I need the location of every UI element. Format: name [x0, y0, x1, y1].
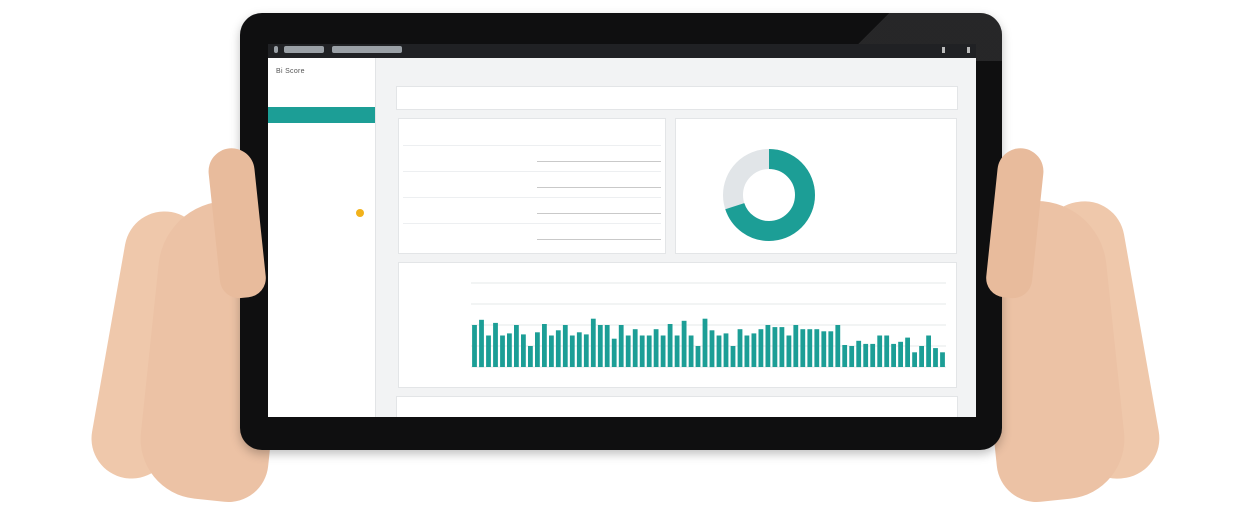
bar[interactable] [898, 341, 903, 367]
sidebar-item[interactable] [268, 215, 375, 231]
sidebar-item-active[interactable] [268, 107, 375, 123]
bar[interactable] [507, 333, 512, 367]
bar[interactable] [807, 329, 813, 367]
row-sparkline [537, 161, 661, 162]
bar[interactable] [751, 333, 757, 367]
filter-bar[interactable] [396, 86, 958, 110]
bar[interactable] [870, 343, 876, 367]
donut-chart-card [675, 118, 957, 254]
bar[interactable] [479, 319, 484, 368]
bar[interactable] [653, 329, 659, 367]
bar[interactable] [800, 329, 806, 367]
bar[interactable] [716, 335, 722, 368]
window-controls-icon[interactable] [942, 47, 970, 53]
bar[interactable] [514, 325, 519, 367]
bar[interactable] [702, 318, 708, 367]
bar[interactable] [730, 346, 736, 367]
bar[interactable] [646, 335, 652, 368]
bar[interactable] [737, 329, 743, 367]
bar[interactable] [744, 335, 750, 368]
sidebar-item[interactable] [268, 161, 375, 177]
bar[interactable] [877, 335, 883, 368]
bar[interactable] [926, 335, 931, 368]
bar-chart[interactable] [399, 263, 956, 387]
bar[interactable] [814, 329, 820, 367]
bar[interactable] [849, 346, 855, 367]
bar[interactable] [493, 322, 498, 367]
bar[interactable] [542, 324, 547, 367]
bar[interactable] [786, 335, 792, 368]
bar[interactable] [604, 325, 610, 367]
bar[interactable] [632, 329, 638, 367]
bar[interactable] [674, 335, 680, 368]
sidebar-item[interactable] [268, 125, 375, 141]
bottom-panel [396, 396, 958, 417]
bar[interactable] [821, 331, 827, 367]
bar[interactable] [639, 335, 645, 368]
bar[interactable] [590, 318, 596, 367]
row-sparkline [537, 213, 661, 214]
table-row[interactable] [403, 223, 661, 248]
bar[interactable] [618, 325, 624, 367]
notification-dot[interactable] [356, 209, 364, 217]
sidebar-item[interactable] [268, 143, 375, 159]
bar[interactable] [688, 335, 694, 368]
bar[interactable] [521, 334, 526, 367]
bar[interactable] [912, 352, 917, 367]
bar[interactable] [723, 333, 729, 367]
bar[interactable] [835, 325, 841, 367]
donut-chart[interactable] [721, 147, 817, 243]
window-title [284, 46, 324, 53]
metrics-table-card [398, 118, 666, 254]
bar[interactable] [709, 330, 715, 368]
sidebar-item[interactable] [268, 179, 375, 195]
bar[interactable] [562, 325, 568, 367]
table-row[interactable] [403, 145, 661, 170]
bar-chart-card [398, 262, 957, 388]
bar[interactable] [933, 348, 938, 367]
tablet-screen: Bi Score [268, 44, 976, 417]
window-titlebar [268, 44, 976, 58]
bar[interactable] [597, 325, 603, 367]
bar[interactable] [576, 332, 582, 367]
bar[interactable] [842, 345, 848, 367]
bar[interactable] [569, 335, 575, 368]
bar[interactable] [583, 334, 589, 367]
bar[interactable] [772, 327, 778, 367]
app-title: Bi Score [276, 68, 305, 75]
bar[interactable] [660, 335, 666, 368]
bar[interactable] [695, 346, 701, 367]
bar[interactable] [486, 335, 491, 368]
window-icon [274, 46, 278, 53]
window-menu[interactable] [332, 46, 402, 53]
sidebar: Bi Score [268, 58, 376, 417]
bar[interactable] [856, 340, 862, 368]
row-sparkline [537, 239, 661, 240]
bar[interactable] [500, 335, 505, 368]
bar[interactable] [779, 327, 785, 367]
bar[interactable] [828, 331, 834, 367]
table-row[interactable] [403, 171, 661, 196]
bar[interactable] [535, 332, 540, 367]
bar[interactable] [905, 337, 910, 367]
bar[interactable] [919, 346, 924, 367]
bar[interactable] [667, 324, 673, 367]
bar[interactable] [681, 320, 687, 367]
bar[interactable] [555, 330, 561, 368]
bar[interactable] [863, 343, 869, 367]
bar[interactable] [793, 325, 799, 367]
table-row[interactable] [403, 197, 661, 222]
bar[interactable] [765, 325, 771, 367]
bar[interactable] [611, 338, 617, 367]
bar[interactable] [549, 335, 554, 368]
bar[interactable] [891, 343, 896, 367]
bar[interactable] [940, 352, 945, 367]
bar[interactable] [625, 335, 631, 368]
bar[interactable] [472, 325, 477, 367]
bar[interactable] [758, 329, 764, 367]
bar[interactable] [884, 335, 890, 368]
row-sparkline [537, 187, 661, 188]
bar[interactable] [528, 346, 533, 367]
